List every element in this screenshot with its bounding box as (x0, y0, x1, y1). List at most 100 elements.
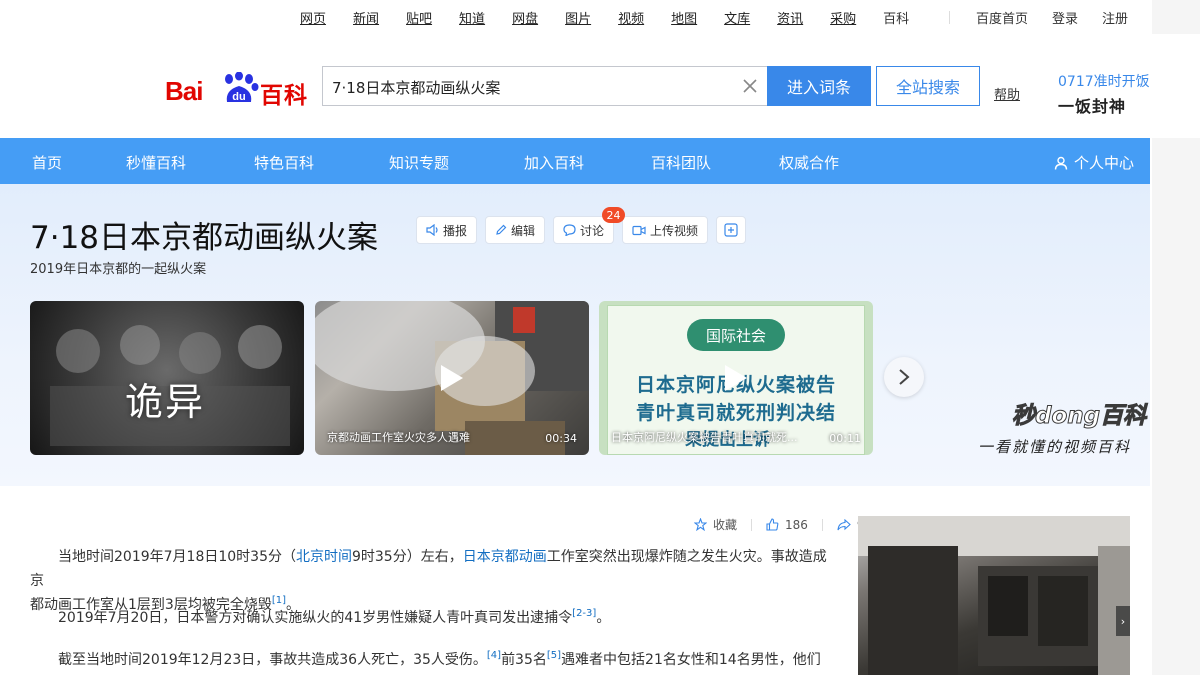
logo-baike-text: 百科 (260, 83, 308, 109)
card-2-duration: 00:34 (545, 432, 577, 445)
top-nav-link-images[interactable]: 图片 (565, 8, 591, 27)
main-nav-miaodong[interactable]: 秒懂百科 (126, 152, 186, 173)
card-3-tag: 国际社会 (687, 319, 785, 351)
share-icon (837, 518, 851, 530)
personal-center-link[interactable]: 个人中心 (1054, 152, 1134, 173)
main-nav-team[interactable]: 百科团队 (651, 152, 711, 173)
top-nav-link-info[interactable]: 资讯 (777, 8, 803, 27)
promo-line-1: 0717准时开饭 (1058, 74, 1150, 90)
video-card-1[interactable]: 诡异 (30, 301, 304, 455)
paragraph-3: 截至当地时间2019年12月23日，事故共造成36人死亡，35人受伤。[4]前3… (30, 648, 830, 675)
image-next-arrow[interactable]: › (1116, 606, 1130, 636)
page-title: 7·18日本京都动画纵火案 (30, 220, 379, 256)
p1-text-a: 当地时间2019年7月18日10时35分（ (58, 549, 296, 565)
discuss-label: 讨论 (580, 223, 605, 238)
p1-text-b: 9时35分）左右， (351, 549, 463, 565)
main-nav-featured[interactable]: 特色百科 (254, 152, 314, 173)
baidu-home-link[interactable]: 百度首页 (976, 8, 1028, 27)
favorite-label: 收藏 (713, 518, 738, 532)
favorite-button[interactable]: 收藏 (694, 516, 737, 533)
edit-label: 编辑 (511, 223, 536, 238)
stats-divider (821, 518, 823, 531)
edit-button[interactable]: 编辑 (485, 216, 546, 244)
chat-bubble-icon (563, 224, 576, 236)
baike-page: 网页 新闻 贴吧 知道 网盘 图片 视频 地图 文库 资讯 采购 百科 百度首页… (0, 0, 1200, 675)
carousel-next-button[interactable] (884, 357, 924, 397)
speaker-icon (426, 224, 438, 236)
top-nav-link-wenku[interactable]: 文库 (724, 8, 750, 27)
enter-entry-button[interactable]: 进入词条 (767, 66, 871, 106)
help-link[interactable]: 帮助 (994, 84, 1020, 103)
entry-subtitle: 2019年日本京都的一起纵火案 (30, 262, 207, 277)
entry-stats: 收藏 186 98 (694, 516, 872, 533)
top-nav-link-news[interactable]: 新闻 (353, 8, 379, 27)
top-nav-link-purchase[interactable]: 采购 (830, 8, 856, 27)
card-3-headline-2: 青叶真司就死刑判决结 (635, 402, 836, 424)
top-nav-link-map[interactable]: 地图 (671, 8, 697, 27)
upload-video-button[interactable]: 上传视频 (622, 216, 709, 244)
personal-center-label: 个人中心 (1073, 154, 1134, 172)
top-nav-link-tieba[interactable]: 贴吧 (406, 8, 432, 27)
main-nav-home[interactable]: 首页 (32, 152, 62, 173)
baidu-baike-logo[interactable]: Bai du 百科 (165, 54, 315, 110)
main-nav-join[interactable]: 加入百科 (524, 152, 584, 173)
upload-video-label: 上传视频 (650, 223, 699, 238)
plus-square-icon (724, 223, 738, 237)
play-icon[interactable] (723, 363, 749, 393)
search-input[interactable]: 7·18日本京都动画纵火案 (332, 77, 500, 98)
p2-text-b: 。 (596, 610, 611, 626)
star-icon (694, 518, 707, 531)
main-nav-cooperation[interactable]: 权威合作 (779, 152, 839, 173)
broadcast-label: 播报 (443, 223, 468, 238)
user-icon (1054, 156, 1068, 170)
like-button[interactable]: 186 (766, 518, 808, 532)
discuss-count-badge: 24 (602, 207, 625, 223)
paw-icon: du (225, 72, 259, 103)
site-search-button[interactable]: 全站搜索 (876, 66, 980, 106)
reference-1[interactable]: [1] (272, 595, 286, 606)
page-side-gutter-lower (1152, 122, 1200, 675)
top-nav-link-baike[interactable]: 百科 (883, 8, 909, 27)
logo-bai-text: Bai (165, 76, 203, 106)
card-3-duration: 00:11 (829, 432, 861, 445)
miaodong-logo[interactable]: 秒dong百科 (1011, 396, 1146, 430)
entry-toolbar: 播报 编辑 讨论 上传视频 24 (416, 207, 747, 244)
video-camera-icon (632, 225, 646, 235)
broadcast-button[interactable]: 播报 (416, 216, 478, 244)
chevron-right-icon (899, 369, 910, 385)
reference-5[interactable]: [5] (547, 650, 561, 661)
miaodong-slogan: 一看就懂的视频百科 (978, 438, 1132, 456)
main-nav: 首页 秒懂百科 特色百科 知识专题 加入百科 百科团队 权威合作 个人中心 (0, 138, 1150, 184)
reference-2-3[interactable]: [2-3] (572, 608, 596, 619)
promo-banner[interactable]: 0717准时开饭 一饭封神 (1058, 71, 1158, 121)
video-card-2[interactable]: 京都动画工作室火灾多人遇难 00:34 (315, 301, 589, 455)
search-box[interactable]: 7·18日本京都动画纵火案 (322, 66, 768, 106)
like-count: 186 (785, 517, 808, 532)
register-link[interactable]: 注册 (1102, 8, 1128, 27)
article-body: 收藏 186 98 当地时间2019年7月18日10时35分（北京时间9时35分… (0, 486, 1150, 675)
pencil-icon (496, 224, 507, 235)
add-button[interactable] (716, 216, 747, 244)
card-1-overlay-text: 诡异 (125, 380, 206, 424)
entry-hero: 7·18日本京都动画纵火案 播报 编辑 讨论 上传视频 24 2019年日本京都… (0, 184, 1150, 486)
beijing-time-link[interactable]: 北京时间 (296, 549, 352, 565)
card-2-caption: 京都动画工作室火灾多人遇难 (327, 431, 470, 444)
main-nav-topics[interactable]: 知识专题 (389, 152, 449, 173)
promo-line-2: 一饭封神 (1058, 97, 1127, 116)
clear-icon[interactable] (740, 76, 760, 96)
thumbs-up-icon (766, 518, 779, 531)
top-nav-divider (948, 11, 950, 24)
top-nav-link-web[interactable]: 网页 (300, 8, 326, 27)
top-nav-link-zhidao[interactable]: 知道 (459, 8, 485, 27)
stats-divider (751, 518, 753, 531)
play-icon[interactable] (439, 363, 465, 393)
video-card-3[interactable]: 国际社会 日本京阿尼纵火案被告 青叶真司就死刑判决结 果提出上诉 日本京阿尼纵火… (599, 301, 873, 455)
reference-4[interactable]: [4] (487, 650, 501, 661)
entry-summary-image[interactable]: › (858, 516, 1130, 675)
login-link[interactable]: 登录 (1052, 8, 1078, 27)
kyoto-animation-link[interactable]: 日本京都动画 (463, 549, 547, 565)
top-nav-link-pan[interactable]: 网盘 (512, 8, 538, 27)
burned-building-image (858, 516, 1130, 675)
top-nav-link-video[interactable]: 视频 (618, 8, 644, 27)
p3-text-b: 前35名 (501, 652, 547, 668)
